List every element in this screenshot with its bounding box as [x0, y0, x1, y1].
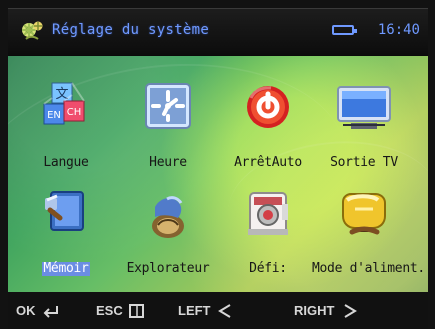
menu-item-label: ArrêtAuto — [234, 155, 302, 170]
softkey-bar: OK ESC LEFT RIGHT — [8, 292, 428, 329]
power-off-icon — [247, 86, 289, 128]
right-softkey[interactable]: RIGHT — [294, 303, 359, 318]
menu-item-label: Mémoir — [14, 262, 118, 276]
tv-icon — [337, 86, 391, 129]
battery-charge-icon — [342, 193, 386, 235]
menu-item-label: Sortie TV — [330, 155, 398, 170]
menu-item-defi[interactable]: Défi: — [216, 184, 320, 276]
ok-softkey[interactable]: OK — [16, 303, 61, 318]
clock-icon — [145, 83, 191, 129]
status-bar: Réglage du système 16:40 — [8, 8, 428, 56]
svg-text:CH: CH — [67, 107, 82, 118]
escape-icon — [128, 303, 144, 318]
language-icon: 文 EN CH — [43, 82, 85, 125]
page-title: Réglage du système — [52, 22, 210, 38]
menu-item-arretauto[interactable]: ArrêtAuto — [216, 78, 320, 170]
menu-item-heure[interactable]: Heure — [116, 78, 220, 170]
device-screen: Réglage du système 16:40 文 EN CH Langue — [0, 0, 435, 329]
menu-item-explorateur[interactable]: Explorateur — [116, 184, 220, 276]
esc-label: ESC — [96, 303, 123, 318]
selected-label: Mémoir — [42, 261, 90, 276]
menu-item-memoire[interactable]: Mémoir — [14, 184, 118, 276]
enter-icon — [43, 305, 58, 318]
menu-item-langue[interactable]: 文 EN CH Langue — [14, 78, 118, 170]
left-softkey[interactable]: LEFT — [178, 303, 236, 318]
battery-icon — [332, 25, 357, 35]
right-arrow-icon — [344, 303, 358, 318]
menu-item-label: Explorateur — [126, 261, 210, 276]
menu-item-mode-alimentation[interactable]: Mode d'aliment. — [312, 184, 425, 276]
clock-time: 16:40 — [377, 22, 420, 38]
camera-icon — [248, 192, 288, 235]
menu-item-sortie-tv[interactable]: Sortie TV — [312, 78, 416, 170]
memory-icon — [45, 191, 84, 231]
settings-grid: 文 EN CH Langue Heure ArrêtAuto Sortie TV… — [8, 56, 428, 292]
system-settings-icon — [22, 21, 43, 40]
ok-label: OK — [16, 303, 36, 318]
svg-text:EN: EN — [47, 110, 61, 121]
menu-item-label: Mode d'aliment. — [312, 261, 425, 276]
esc-softkey[interactable]: ESC — [96, 303, 148, 318]
explorer-icon — [152, 196, 184, 238]
menu-item-label: Défi: — [249, 261, 287, 276]
menu-item-label: Langue — [43, 155, 89, 170]
menu-item-label: Heure — [149, 155, 187, 170]
left-arrow-icon — [217, 303, 231, 318]
left-label: LEFT — [178, 303, 211, 318]
right-label: RIGHT — [294, 303, 335, 318]
